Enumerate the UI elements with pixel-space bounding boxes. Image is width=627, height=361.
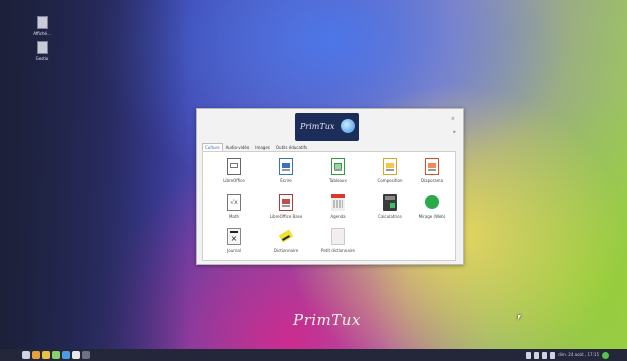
category-tabs: Culture Audio-vidéo Images Outils éducat… — [202, 143, 310, 151]
taskbar: dim. 24 août , 17:15 — [0, 349, 627, 361]
calc-icon — [331, 158, 345, 175]
mouse-cursor-icon — [518, 315, 521, 320]
notification-icon[interactable] — [602, 351, 609, 359]
logo-text: PrimTux — [300, 122, 335, 131]
desktop-shortcut-label: Gestio — [35, 56, 49, 61]
tab-images[interactable]: Images — [252, 143, 273, 151]
journal-symbol: × — [230, 234, 238, 243]
app-journal[interactable]: × Journal — [206, 228, 262, 253]
app-label: LibreOffice Base — [269, 214, 303, 219]
dictionary-icon — [278, 228, 294, 245]
calculator-icon — [383, 194, 397, 211]
writer-icon — [279, 158, 293, 175]
system-tray: dim. 24 août , 17:15 — [526, 351, 609, 359]
app-label: Agenda — [330, 214, 346, 219]
math-icon: √x — [227, 194, 241, 211]
app-launcher-icon[interactable] — [32, 351, 40, 359]
app-launcher-icon[interactable] — [52, 351, 60, 359]
app-label: Math — [228, 214, 239, 219]
impress-icon — [425, 158, 439, 175]
app-mirage[interactable]: Mirage (Web) — [404, 194, 460, 219]
app-tableaux[interactable]: Tableaux — [310, 158, 366, 183]
app-launcher-icon[interactable] — [82, 351, 90, 359]
app-label: Tableaux — [329, 178, 347, 183]
desktop: Affiché... Gestio PrimTux × ▸ Culture Au… — [0, 0, 627, 349]
agenda-icon — [331, 194, 345, 211]
tab-audio-video[interactable]: Audio-vidéo — [223, 143, 253, 151]
bluetooth-icon[interactable] — [542, 351, 548, 359]
app-agenda[interactable]: Agenda — [310, 194, 366, 219]
app-ecrire[interactable]: Écrire — [258, 158, 314, 183]
app-libreoffice-base[interactable]: LibreOffice Base — [258, 194, 314, 219]
base-icon — [279, 194, 293, 211]
launcher-window: PrimTux × ▸ Culture Audio-vidéo Images O… — [196, 108, 464, 265]
app-label: Dictionnaire — [273, 248, 299, 253]
small-dictionary-icon — [331, 228, 345, 245]
logo-ball-icon — [341, 119, 355, 133]
file-icon — [36, 16, 48, 29]
draw-icon — [383, 158, 397, 175]
app-launcher-icon[interactable] — [72, 351, 80, 359]
app-math[interactable]: √x Math — [206, 194, 262, 219]
desktop-shortcut-label: Affiché... — [33, 31, 51, 36]
app-label: LibreOffice — [223, 178, 245, 183]
chevron-right-icon[interactable]: ▸ — [453, 129, 456, 135]
app-grid: LibreOffice Écrire Tableaux Composition … — [202, 151, 456, 261]
tab-outils-educatifs[interactable]: Outils éducatifs — [273, 143, 310, 151]
app-label: Écrire — [280, 178, 292, 183]
journal-icon: × — [227, 228, 241, 245]
app-dictionnaire[interactable]: Dictionnaire — [258, 228, 314, 253]
browser-icon — [425, 194, 439, 211]
tab-culture[interactable]: Culture — [202, 143, 223, 151]
network-icon[interactable] — [534, 351, 540, 359]
libreoffice-icon — [227, 158, 241, 175]
battery-icon[interactable] — [526, 351, 532, 359]
close-icon[interactable]: × — [451, 116, 455, 122]
desktop-shortcut-1[interactable]: Affiché... — [27, 16, 57, 36]
app-libreoffice[interactable]: LibreOffice — [206, 158, 262, 183]
app-diaporama[interactable]: Diaporama — [404, 158, 460, 183]
volume-icon[interactable] — [550, 351, 556, 359]
app-label: Mirage (Web) — [418, 214, 446, 219]
app-petit-dictionnaire[interactable]: Petit dictionnaire — [310, 228, 366, 253]
file-icon — [36, 41, 48, 54]
app-label: Diaporama — [420, 178, 444, 183]
app-launcher-icon[interactable] — [42, 351, 50, 359]
primtux-logo: PrimTux — [295, 113, 359, 141]
taskbar-launchers — [22, 351, 90, 359]
desktop-shortcut-2[interactable]: Gestio — [27, 41, 57, 61]
clock[interactable]: dim. 24 août , 17:15 — [558, 351, 599, 359]
math-symbol: √x — [230, 199, 238, 206]
primtux-brand: PrimTux — [293, 311, 361, 329]
menu-icon[interactable] — [22, 351, 30, 359]
app-launcher-icon[interactable] — [62, 351, 70, 359]
app-label: Petit dictionnaire — [321, 248, 355, 253]
app-label: Journal — [227, 248, 241, 253]
